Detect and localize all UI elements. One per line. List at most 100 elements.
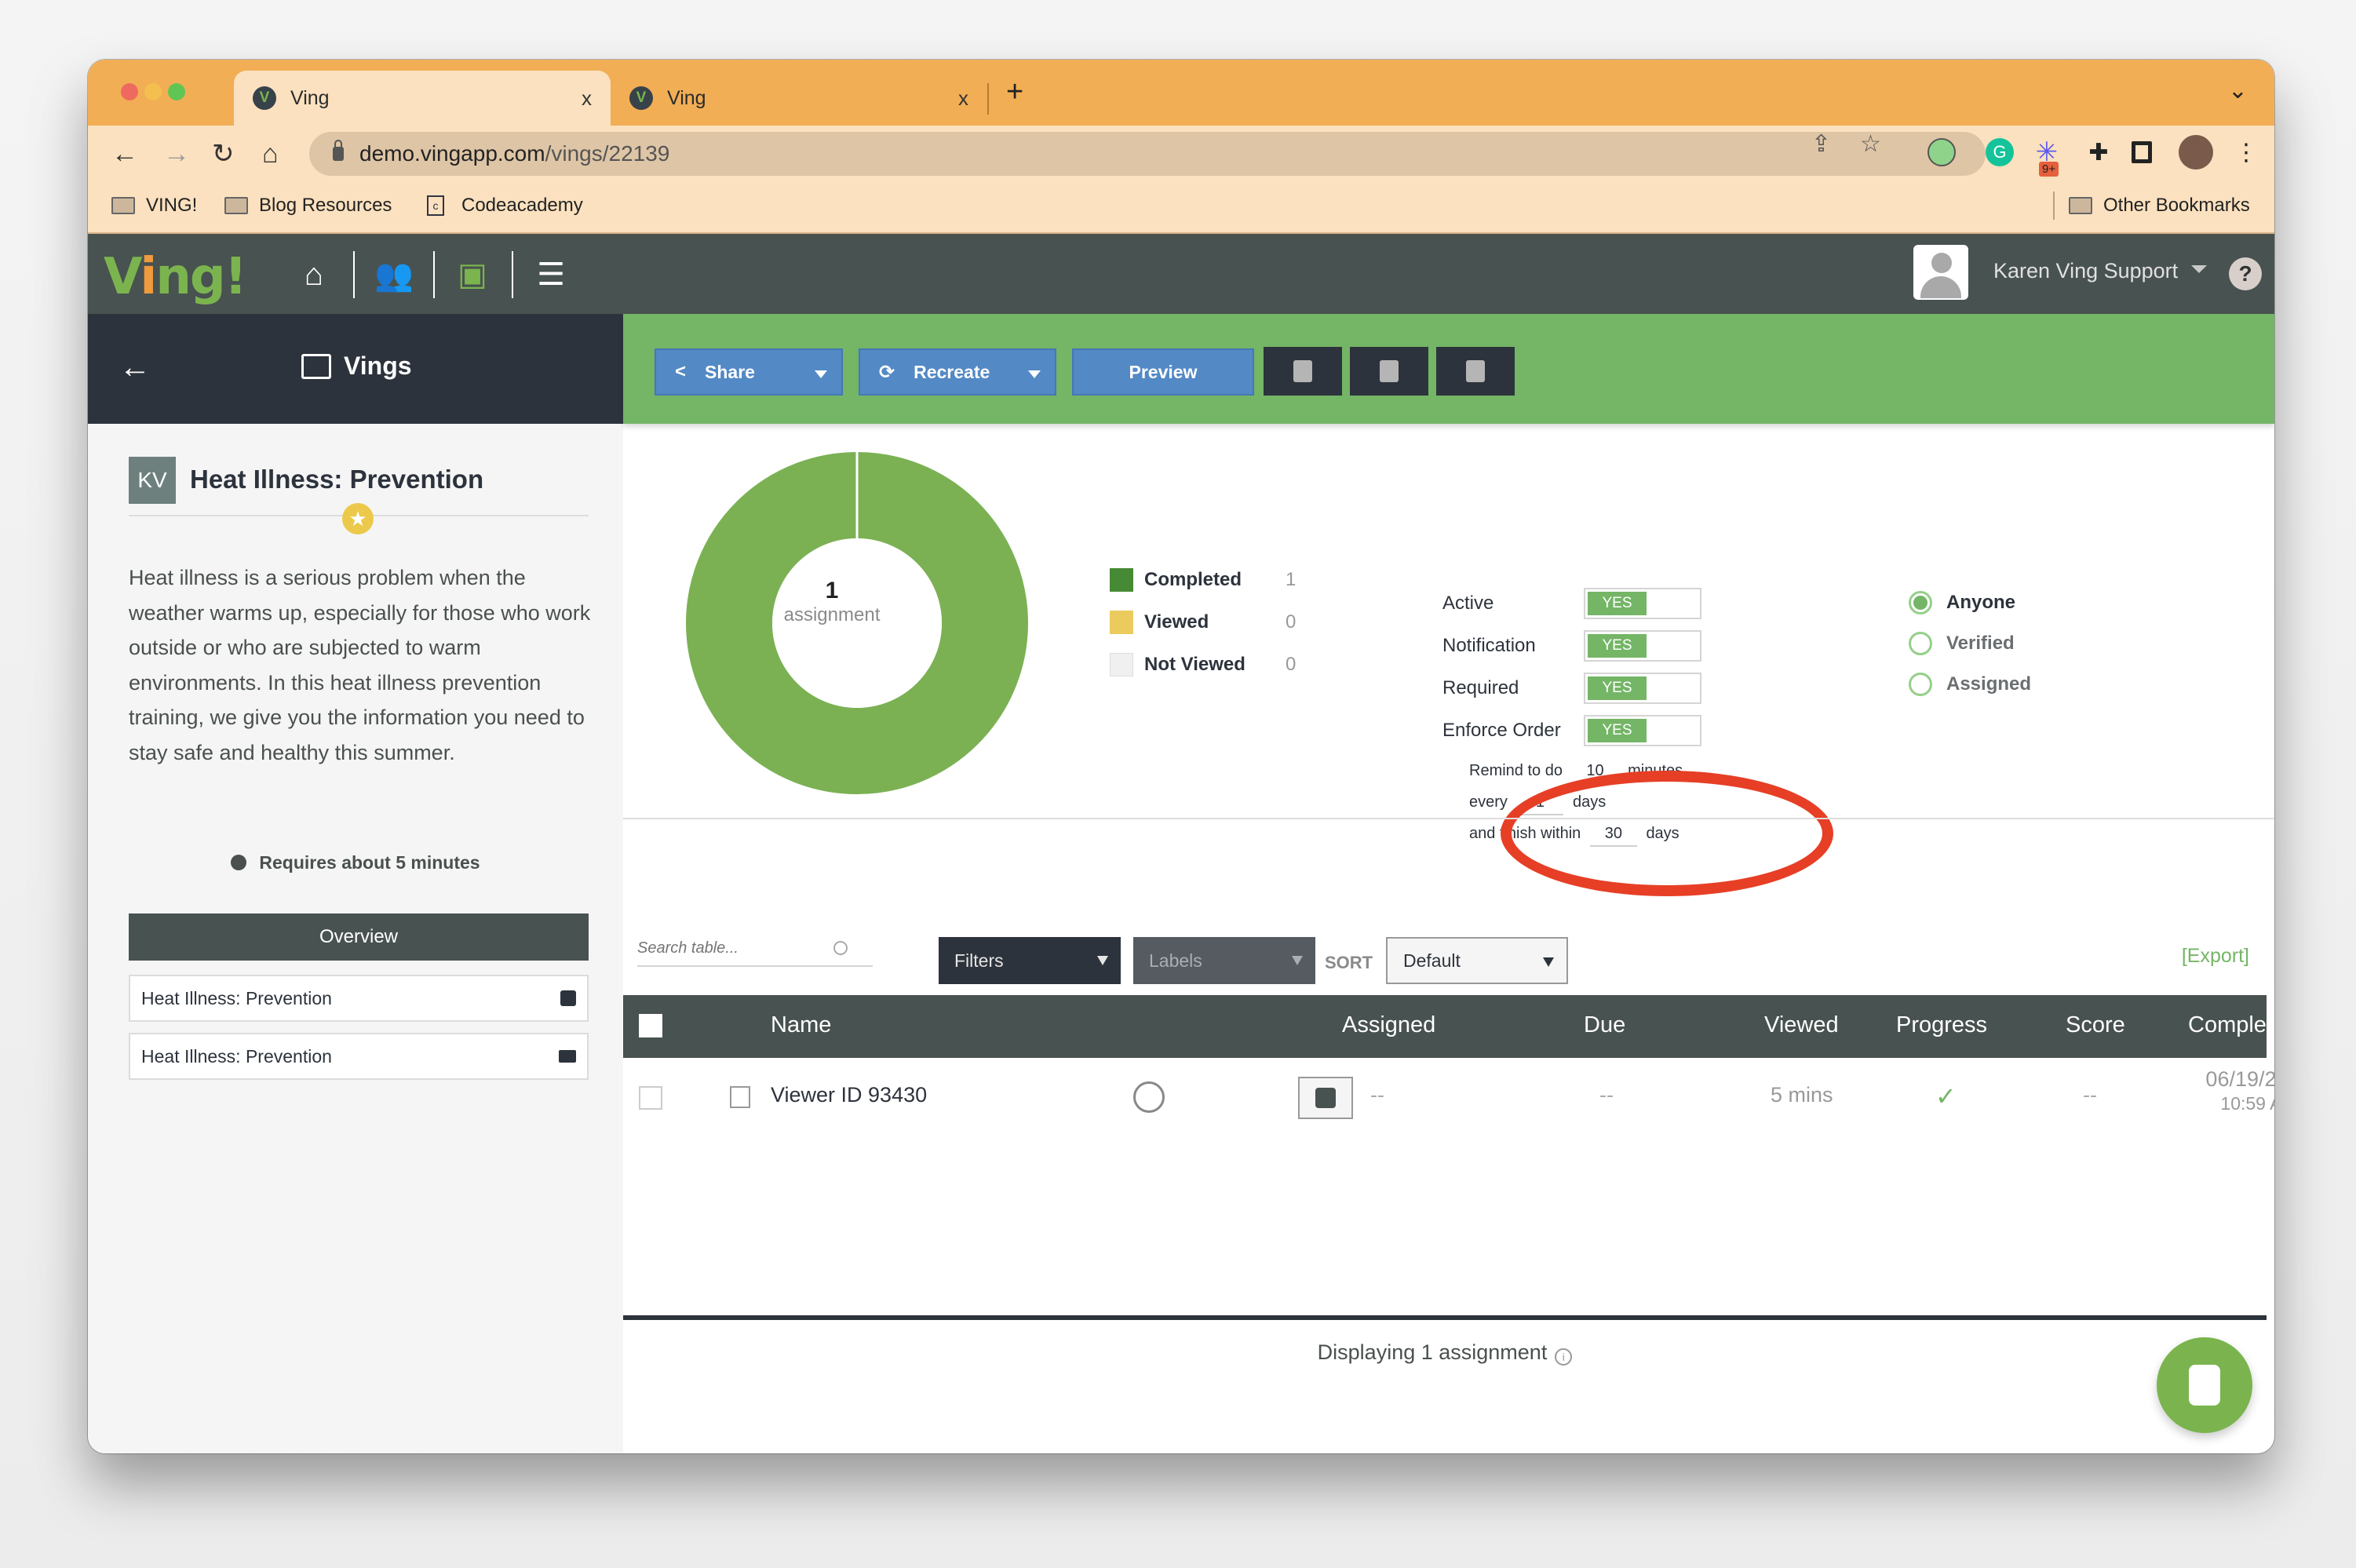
preview-button[interactable]: Preview xyxy=(1072,348,1254,396)
share-button[interactable]: < Share xyxy=(655,348,843,396)
recreate-dropdown-caret-icon[interactable] xyxy=(1028,370,1041,378)
sidebar-title: Vings xyxy=(301,352,412,381)
notification-toggle[interactable]: YES xyxy=(1584,630,1701,662)
bookmark-ving[interactable]: VING! xyxy=(111,195,197,217)
url-path: /vings/22139 xyxy=(545,141,670,166)
tab-search-chevron-icon[interactable]: ⌄ xyxy=(2228,77,2248,104)
viewer-name[interactable]: Viewer ID 93430 xyxy=(771,1083,927,1107)
user-avatar[interactable] xyxy=(1913,245,1968,300)
column-header-completed[interactable]: Completed xyxy=(2188,1012,2274,1038)
completed-date: 06/19/2023 xyxy=(2205,1067,2274,1091)
tab-close-icon[interactable]: x xyxy=(582,86,592,111)
radio-assigned[interactable]: Assigned xyxy=(1909,664,2031,705)
maximize-window-button[interactable] xyxy=(168,83,185,100)
sort-select[interactable]: Default xyxy=(1386,937,1568,984)
summary-divider xyxy=(623,818,2274,819)
radio-anyone[interactable]: Anyone xyxy=(1909,582,2031,623)
filters-dropdown[interactable]: Filters xyxy=(939,937,1121,984)
step-item[interactable]: Heat Illness: Prevention xyxy=(129,1033,589,1080)
bookmark-label: Other Bookmarks xyxy=(2103,195,2250,216)
ving-logo[interactable]: Ving! xyxy=(104,248,247,306)
neutral-face-icon[interactable] xyxy=(1133,1081,1165,1113)
extension-bot-icon[interactable] xyxy=(1927,138,1956,166)
back-arrow-icon[interactable]: ← xyxy=(119,350,151,385)
nav-home-icon[interactable]: ⌂ xyxy=(283,251,345,298)
nav-vings-icon[interactable]: ▣ xyxy=(441,251,504,298)
address-bar[interactable]: demo.vingapp.com /vings/22139 xyxy=(309,132,1986,176)
tag-button[interactable] xyxy=(1264,347,1342,396)
setting-notification: Notification YES xyxy=(1442,625,1701,667)
bookmark-codeacademy[interactable]: c Codeacademy xyxy=(427,195,583,217)
contact-button[interactable] xyxy=(1350,347,1428,396)
video-icon xyxy=(559,1050,576,1063)
active-toggle[interactable]: YES xyxy=(1584,588,1701,619)
nav-tasks-icon[interactable]: ☰ xyxy=(520,251,582,298)
nav-people-icon[interactable]: 👥 xyxy=(363,251,425,298)
column-header-due[interactable]: Due xyxy=(1584,1012,1625,1038)
row-checkbox[interactable] xyxy=(639,1086,662,1110)
nav-separator xyxy=(353,251,355,298)
tab-close-icon[interactable]: x xyxy=(958,86,968,111)
step-label: Heat Illness: Prevention xyxy=(141,1045,332,1067)
star-icon[interactable]: ★ xyxy=(342,503,374,534)
app-header: Ving! ⌂ 👥 ▣ ☰ Karen Ving Support ? xyxy=(88,234,2274,314)
share-dropdown-caret-icon[interactable] xyxy=(815,370,827,378)
stats-button[interactable] xyxy=(1298,1077,1353,1119)
sort-label: SORT xyxy=(1325,953,1373,972)
labels-label: Labels xyxy=(1149,950,1202,971)
archive-button[interactable] xyxy=(1436,347,1515,396)
nav-separator xyxy=(433,251,435,298)
reload-icon[interactable]: ↻ xyxy=(212,137,235,171)
info-icon[interactable]: i xyxy=(1555,1348,1573,1366)
export-link[interactable]: [Export] xyxy=(2182,945,2249,968)
progress-check-icon: ✓ xyxy=(1935,1082,1957,1110)
close-window-button[interactable] xyxy=(121,83,138,100)
minimize-window-button[interactable] xyxy=(144,83,162,100)
table-search[interactable] xyxy=(637,931,873,967)
bookmark-star-icon[interactable]: ☆ xyxy=(1860,130,1881,158)
extensions-puzzle-icon[interactable]: ✚ xyxy=(2084,138,2113,166)
toggle-state: YES xyxy=(1588,634,1647,658)
author-avatar: KV xyxy=(129,457,176,504)
user-name[interactable]: Karen Ving Support xyxy=(1993,259,2178,283)
chat-button[interactable] xyxy=(2157,1337,2252,1433)
radio-verified[interactable]: Verified xyxy=(1909,623,2031,664)
caret-down-icon xyxy=(1543,957,1554,967)
column-header-score[interactable]: Score xyxy=(2066,1012,2125,1038)
chat-bubble-icon xyxy=(2189,1365,2220,1406)
ving-description: Heat illness is a serious problem when t… xyxy=(129,566,591,764)
column-header-name[interactable]: Name xyxy=(771,1012,831,1038)
column-header-assigned[interactable]: Assigned xyxy=(1342,1012,1435,1038)
grammarly-extension-icon[interactable]: G xyxy=(1986,138,2014,166)
browser-tab-active[interactable]: V Ving x xyxy=(234,71,611,126)
back-arrow-icon[interactable]: ← xyxy=(111,137,138,171)
user-menu-caret-icon[interactable] xyxy=(2191,265,2207,273)
column-header-progress[interactable]: Progress xyxy=(1896,1012,1987,1038)
new-tab-button[interactable]: + xyxy=(1006,77,1023,107)
codeacademy-icon: c xyxy=(427,195,444,216)
share-page-icon[interactable]: ⇪ xyxy=(1811,130,1831,158)
enforce-order-toggle[interactable]: YES xyxy=(1584,715,1701,746)
radio-empty-icon xyxy=(1909,673,1932,696)
required-toggle[interactable]: YES xyxy=(1584,673,1701,704)
profile-avatar[interactable] xyxy=(2179,135,2213,170)
bookmark-other[interactable]: Other Bookmarks xyxy=(2069,195,2250,217)
help-icon[interactable]: ? xyxy=(2229,257,2262,290)
browser-tab[interactable]: V Ving x xyxy=(611,71,987,126)
side-panel-icon[interactable] xyxy=(2132,141,2152,163)
labels-dropdown[interactable]: Labels xyxy=(1133,937,1315,984)
ving-favicon-icon: V xyxy=(253,86,276,110)
home-icon[interactable]: ⌂ xyxy=(262,137,279,171)
overview-button[interactable]: Overview xyxy=(129,913,589,961)
browser-menu-icon[interactable]: ⋮ xyxy=(2232,138,2260,166)
bookmark-blog-resources[interactable]: Blog Resources xyxy=(224,195,392,217)
column-header-viewed[interactable]: Viewed xyxy=(1764,1012,1839,1038)
table-footer: Displaying 1 assignment i xyxy=(623,1340,2267,1366)
legend-label: Viewed xyxy=(1144,611,1209,633)
external-link-icon[interactable] xyxy=(730,1086,750,1108)
search-input[interactable] xyxy=(637,939,833,957)
step-item[interactable]: Heat Illness: Prevention xyxy=(129,975,589,1022)
select-all-checkbox[interactable] xyxy=(639,1014,662,1037)
forward-arrow-icon[interactable]: → xyxy=(163,137,190,171)
recreate-button[interactable]: ⟳ Recreate xyxy=(859,348,1056,396)
